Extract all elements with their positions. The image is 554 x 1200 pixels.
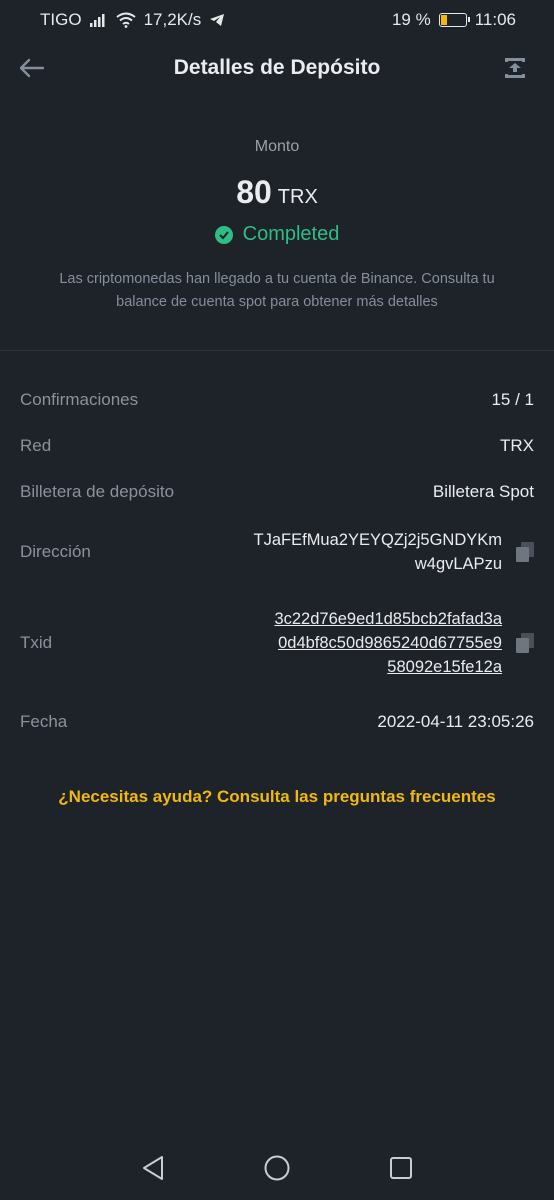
detail-row-wallet: Billetera de depósito Billetera Spot [20, 482, 534, 502]
network-speed: 17,2K/s [143, 10, 202, 29]
date-label: Fecha [20, 712, 68, 731]
share-button[interactable] [500, 53, 530, 83]
carrier-label: TIGO [40, 10, 82, 29]
address-line-1: TJaFEfMua2YEYQZj2j5GNDYKm [253, 531, 502, 549]
nav-back-button[interactable] [137, 1152, 169, 1184]
detail-row-txid: Txid 3c22d76e9ed1d85bcb2fafad3a 0d4bf8c5… [20, 607, 534, 679]
detail-row-date: Fecha 2022-04-11 23:05:26 [20, 712, 534, 732]
status-badge: Completed [0, 223, 554, 246]
back-button[interactable] [18, 54, 46, 82]
wallet-value: Billetera Spot [432, 482, 534, 501]
signal-icon [89, 13, 108, 27]
confirmations-value: 15 / 1 [491, 390, 534, 409]
txid-line-3: 58092e15fe12a [387, 658, 502, 676]
amount: 80 TRX [0, 174, 554, 211]
txid-line-1: 3c22d76e9ed1d85bcb2fafad3a [274, 610, 502, 628]
status-text: Completed [242, 223, 340, 245]
triangle-back-icon [143, 1156, 163, 1180]
network-value: TRX [500, 436, 534, 455]
status-bar: TIGO 17,2K/s 19 % 11:06 [0, 0, 554, 40]
date-value: 2022-04-11 23:05:26 [377, 712, 534, 731]
page-title: Detalles de Depósito [173, 56, 381, 79]
check-circle-icon [214, 225, 233, 244]
txid-label: Txid [20, 633, 53, 652]
network-label: Red [20, 436, 52, 455]
amount-value: 80 [236, 174, 272, 210]
telegram-icon [209, 13, 225, 27]
battery-icon [438, 13, 470, 27]
share-icon [505, 58, 525, 78]
system-nav-bar [0, 1138, 554, 1200]
copy-address-icon[interactable] [516, 542, 534, 562]
battery-percent: 19 % [391, 10, 431, 29]
deposit-summary: Monto 80 TRX Completed Las criptomonedas… [0, 130, 554, 314]
detail-row-address: Dirección TJaFEfMua2YEYQZj2j5GNDYKm w4gv… [20, 528, 534, 576]
clock: 11:06 [474, 10, 516, 29]
txid-line-2: 0d4bf8c50d9865240d67755e9 [278, 634, 502, 652]
status-description: Las criptomonedas han llegado a tu cuent… [59, 271, 495, 310]
wifi-icon [115, 12, 136, 28]
amount-label: Monto [254, 138, 300, 155]
app-header: Detalles de Depósito [0, 40, 554, 96]
help-faq-link[interactable]: ¿Necesitas ayuda? Consulta las preguntas… [0, 787, 554, 807]
divider [0, 350, 554, 351]
confirmations-label: Confirmaciones [20, 390, 139, 409]
address-value: TJaFEfMua2YEYQZj2j5GNDYKm w4gvLAPzu [254, 528, 502, 576]
arrow-left-icon [19, 58, 45, 78]
amount-unit: TRX [277, 186, 318, 208]
address-label: Dirección [20, 542, 91, 561]
nav-recents-button[interactable] [385, 1152, 417, 1184]
detail-row-confirmations: Confirmaciones 15 / 1 [20, 390, 534, 410]
circle-home-icon [264, 1155, 290, 1181]
address-line-2: w4gvLAPzu [414, 555, 502, 573]
detail-row-network: Red TRX [20, 436, 534, 456]
txid-link[interactable]: 3c22d76e9ed1d85bcb2fafad3a 0d4bf8c50d986… [274, 607, 502, 679]
copy-txid-icon[interactable] [516, 633, 534, 653]
wallet-label: Billetera de depósito [20, 482, 175, 501]
square-recents-icon [390, 1157, 412, 1179]
nav-home-button[interactable] [261, 1152, 293, 1184]
